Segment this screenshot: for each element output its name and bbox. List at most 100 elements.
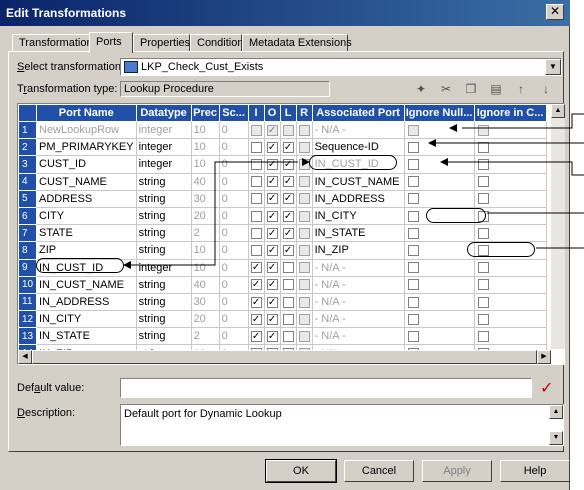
- chevron-down-icon[interactable]: ▼: [545, 59, 561, 75]
- select-transformation-dropdown[interactable]: LKP_Check_Cust_Exists ▼: [120, 58, 562, 76]
- row-number[interactable]: 3: [18, 155, 37, 174]
- checkbox-o[interactable]: ✓: [266, 296, 278, 308]
- port-name-cell[interactable]: IN_CITY: [36, 310, 137, 329]
- table-row[interactable]: 11 IN_ADDRESS string 30 0 ✓ ✓ - N/A -: [18, 292, 547, 312]
- ignore-null-checkbox[interactable]: [407, 159, 419, 171]
- datatype-cell[interactable]: string: [136, 207, 192, 226]
- horizontal-scroll-thumb[interactable]: [32, 350, 537, 364]
- ignore-null-checkbox[interactable]: [407, 330, 419, 342]
- checkbox-i[interactable]: [250, 193, 262, 205]
- checkbox-r[interactable]: [298, 193, 310, 205]
- ok-button[interactable]: OK: [265, 459, 337, 483]
- move-up-icon[interactable]: ↑: [512, 81, 530, 97]
- help-button[interactable]: Help: [500, 460, 570, 482]
- scale-cell[interactable]: 0: [219, 138, 249, 157]
- ignore-null-checkbox[interactable]: [407, 141, 419, 153]
- row-number[interactable]: 13: [18, 327, 37, 346]
- grid-vertical-scrollbar[interactable]: ▲: [551, 104, 565, 349]
- datatype-cell[interactable]: integer: [136, 155, 192, 174]
- checkbox-i[interactable]: [250, 176, 262, 188]
- table-row[interactable]: 2 PM_PRIMARYKEY integer 10 0 ✓ ✓ Sequence-ID: [18, 138, 547, 157]
- ignore-null-checkbox[interactable]: [407, 245, 419, 256]
- column-header[interactable]: R: [295, 104, 313, 122]
- checkbox-l[interactable]: [282, 262, 294, 274]
- ignore-null-checkbox[interactable]: [407, 227, 419, 239]
- move-down-icon[interactable]: ↓: [537, 81, 555, 97]
- associated-port-cell[interactable]: Sequence-ID: [312, 138, 405, 157]
- datatype-cell[interactable]: string: [136, 224, 192, 243]
- row-number[interactable]: 2: [18, 138, 37, 157]
- paste-icon[interactable]: ▤: [487, 81, 505, 97]
- default-value-input[interactable]: [120, 378, 532, 398]
- copy-icon[interactable]: ❐: [462, 81, 480, 97]
- ignore-null-checkbox[interactable]: [407, 262, 419, 274]
- ignore-in-comparison-checkbox[interactable]: [477, 193, 489, 205]
- associated-port-cell[interactable]: IN_STATE: [312, 224, 405, 243]
- checkbox-o[interactable]: ✓: [266, 176, 278, 188]
- scale-cell[interactable]: 0: [219, 293, 249, 312]
- tab-transformation[interactable]: Transformation: [12, 34, 93, 52]
- scale-cell[interactable]: 0: [219, 173, 249, 191]
- datatype-cell[interactable]: string: [136, 276, 192, 294]
- column-header[interactable]: Prec: [190, 104, 220, 122]
- ignore-in-comparison-checkbox[interactable]: [477, 296, 489, 308]
- ignore-in-comparison-checkbox[interactable]: [477, 124, 489, 136]
- precision-cell[interactable]: 2: [191, 224, 220, 243]
- ignore-in-comparison-checkbox[interactable]: [477, 227, 489, 239]
- table-row[interactable]: 8 ZIP string 10 0 ✓ ✓ IN_ZIP: [18, 241, 547, 260]
- checkbox-l[interactable]: ✓: [282, 193, 294, 205]
- column-header[interactable]: L: [279, 104, 297, 122]
- column-header[interactable]: Sc...: [218, 104, 249, 122]
- column-header[interactable]: Associated Port: [311, 104, 405, 122]
- checkbox-r[interactable]: [298, 124, 310, 136]
- checkbox-r[interactable]: [298, 262, 310, 274]
- column-header[interactable]: Port Name: [36, 104, 137, 122]
- cancel-button[interactable]: Cancel: [344, 460, 414, 482]
- checkbox-o[interactable]: ✓: [266, 245, 278, 256]
- checkbox-o[interactable]: ✓: [266, 124, 278, 136]
- port-name-cell[interactable]: ADDRESS: [36, 190, 137, 208]
- precision-cell[interactable]: 10: [191, 259, 220, 277]
- table-row[interactable]: 9 IN_CUST_ID integer 10 0 ✓ ✓ - N/A -: [18, 258, 547, 277]
- row-number[interactable]: 8: [18, 241, 37, 260]
- checkbox-o[interactable]: ✓: [266, 141, 278, 153]
- ignore-null-checkbox[interactable]: [407, 279, 419, 291]
- precision-cell[interactable]: 10: [191, 138, 220, 157]
- ignore-in-comparison-checkbox[interactable]: [477, 176, 489, 188]
- scroll-down-icon[interactable]: ▼: [549, 431, 563, 445]
- scale-cell[interactable]: 0: [219, 190, 249, 208]
- precision-cell[interactable]: 40: [191, 173, 220, 191]
- ignore-null-checkbox[interactable]: [407, 296, 419, 308]
- associated-port-cell[interactable]: - N/A -: [312, 293, 405, 312]
- checkbox-l[interactable]: ✓: [282, 141, 294, 153]
- row-number[interactable]: 5: [18, 189, 37, 208]
- datatype-cell[interactable]: integer: [136, 259, 192, 277]
- port-name-cell[interactable]: IN_CUST_NAME: [36, 276, 137, 294]
- ignore-in-comparison-checkbox[interactable]: [477, 262, 489, 274]
- checkbox-o[interactable]: ✓: [266, 193, 278, 205]
- scale-cell[interactable]: 0: [219, 310, 249, 329]
- scale-cell[interactable]: 0: [219, 121, 249, 140]
- checkbox-i[interactable]: [250, 227, 262, 239]
- checkbox-r[interactable]: [298, 159, 310, 171]
- scroll-up-icon[interactable]: ▲: [549, 405, 563, 419]
- associated-port-cell[interactable]: IN_ZIP: [312, 241, 405, 260]
- row-number[interactable]: 6: [18, 206, 37, 226]
- scale-cell[interactable]: 0: [219, 224, 249, 243]
- ignore-in-comparison-checkbox[interactable]: [477, 313, 489, 325]
- precision-cell[interactable]: 10: [191, 155, 220, 174]
- datatype-cell[interactable]: string: [136, 310, 192, 329]
- checkbox-l[interactable]: [282, 330, 294, 342]
- port-name-cell[interactable]: NewLookupRow: [36, 121, 137, 140]
- ignore-null-checkbox[interactable]: [407, 313, 419, 325]
- precision-cell[interactable]: 30: [191, 293, 220, 312]
- checkbox-i[interactable]: [250, 124, 262, 136]
- row-number[interactable]: 1: [18, 120, 37, 140]
- datatype-cell[interactable]: string: [136, 241, 192, 260]
- checkmark-icon[interactable]: ✓: [540, 378, 553, 398]
- port-name-cell[interactable]: CITY: [36, 207, 137, 226]
- checkbox-r[interactable]: [298, 313, 310, 325]
- column-header[interactable]: Datatype: [135, 104, 192, 122]
- scroll-left-icon[interactable]: ◀: [18, 350, 32, 364]
- checkbox-i[interactable]: [250, 210, 262, 222]
